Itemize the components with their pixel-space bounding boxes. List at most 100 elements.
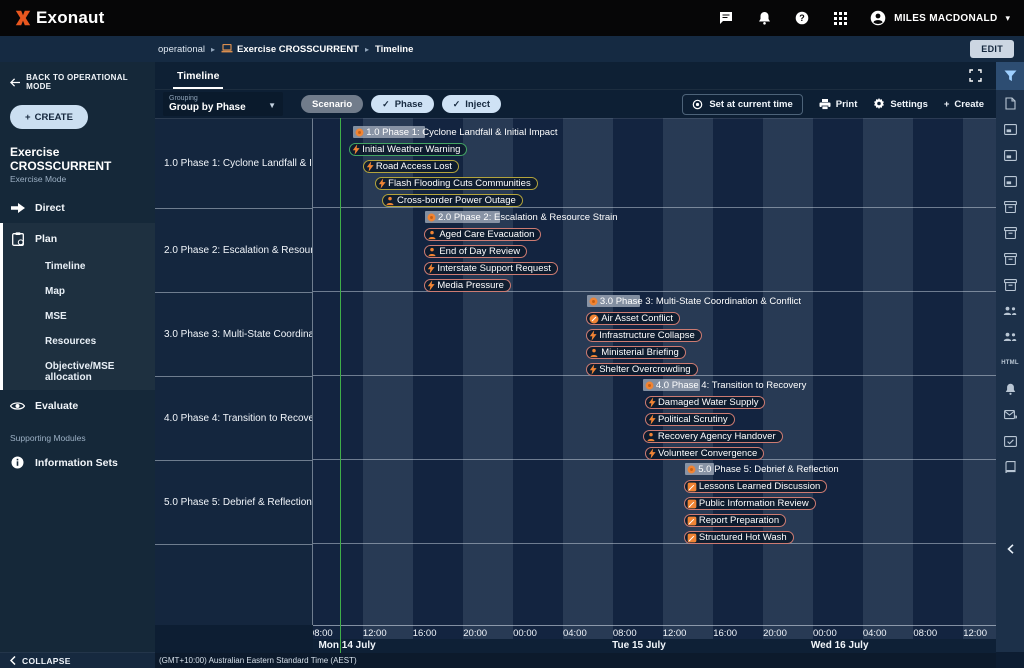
edit-note-icon: [687, 482, 697, 492]
tick-label: 08:00: [913, 628, 937, 639]
inject-pill[interactable]: Report Preparation: [684, 514, 786, 527]
phase-row-label[interactable]: 4.0 Phase 4: Transition to Recovery: [155, 377, 312, 461]
inject-label: Initial Weather Warning: [362, 144, 460, 155]
inject-pill[interactable]: Aged Care Evacuation: [424, 228, 541, 241]
inject-pill[interactable]: Interstate Support Request: [424, 262, 558, 275]
inject-pill[interactable]: Volunteer Convergence: [645, 447, 764, 460]
chip-scenario[interactable]: Scenario: [301, 95, 363, 113]
phase-row-label[interactable]: 5.0 Phase 5: Debrief & Reflection: [155, 461, 312, 545]
tab-timeline[interactable]: Timeline: [173, 63, 223, 89]
inject-pill[interactable]: Lessons Learned Discussion: [684, 480, 827, 493]
phase-bar-label: 5.0 Phase 5: Debrief & Reflection: [698, 464, 838, 475]
phase-bar-label: 3.0 Phase 3: Multi-State Coordination & …: [600, 296, 801, 307]
inject-pill[interactable]: Structured Hot Wash: [684, 531, 794, 544]
chip-phase[interactable]: ✓Phase: [371, 95, 434, 113]
mail-forward-icon[interactable]: [996, 402, 1024, 428]
sidebar-item-evaluate[interactable]: Evaluate: [0, 390, 155, 421]
sidebar-item-mse[interactable]: MSE: [3, 304, 155, 329]
sidebar-item-plan[interactable]: Plan: [3, 223, 155, 254]
inject-pill[interactable]: Damaged Water Supply: [645, 396, 766, 409]
sidebar-item-timeline[interactable]: Timeline: [3, 254, 155, 279]
edit-button[interactable]: EDIT: [970, 40, 1014, 58]
notifications-bell-icon[interactable]: [756, 10, 772, 26]
card-icon[interactable]: [996, 142, 1024, 168]
phase-row-label[interactable]: 3.0 Phase 3: Multi-State Coordination...: [155, 293, 312, 377]
chip-inject[interactable]: ✓Inject: [442, 95, 501, 113]
card-icon[interactable]: [996, 168, 1024, 194]
archive-icon[interactable]: [996, 272, 1024, 298]
phase-bar[interactable]: 2.0 Phase 2: Escalation & Resource Strai…: [425, 211, 618, 223]
chip-label: Scenario: [312, 99, 352, 110]
inject-label: End of Day Review: [439, 246, 520, 257]
breadcrumb-bar: operational ▸ Exercise CROSSCURRENT ▸ Ti…: [0, 36, 1024, 62]
chat-icon[interactable]: [718, 10, 734, 26]
inject-pill[interactable]: Media Pressure: [424, 279, 511, 292]
tick-label: 04:00: [863, 628, 887, 639]
inject-pill[interactable]: Ministerial Briefing: [586, 346, 686, 359]
filter-icon[interactable]: [996, 62, 1024, 90]
archive-icon[interactable]: [996, 220, 1024, 246]
tick-label: 12:00: [663, 628, 687, 639]
file-icon[interactable]: [996, 90, 1024, 116]
edit-note-icon: [687, 499, 697, 509]
book-icon[interactable]: [996, 454, 1024, 480]
phase-bar-label: 4.0 Phase 4: Transition to Recovery: [656, 380, 807, 391]
user-menu[interactable]: MILES MACDONALD ▾: [870, 10, 1010, 26]
help-icon[interactable]: ?: [794, 10, 810, 26]
tick-label: 20:00: [463, 628, 487, 639]
phase-icon: [687, 465, 696, 474]
bell-icon[interactable]: [996, 376, 1024, 402]
edit-note-icon: [687, 516, 697, 526]
back-to-operational-mode-button[interactable]: BACK TO OPERATIONAL MODE: [0, 62, 155, 97]
person-icon: [385, 196, 395, 206]
people-icon[interactable]: [996, 324, 1024, 350]
phase-row-label[interactable]: 2.0 Phase 2: Escalation & Resource S...: [155, 209, 312, 293]
sidebar-item-information-sets[interactable]: Information Sets: [0, 447, 155, 478]
card-check-icon[interactable]: [996, 428, 1024, 454]
phase-bar[interactable]: 1.0 Phase 1: Cyclone Landfall & Initial …: [353, 126, 557, 138]
apps-grid-icon[interactable]: [832, 10, 848, 26]
print-button[interactable]: Print: [819, 99, 858, 110]
inject-pill[interactable]: Flash Flooding Cuts Communities: [375, 177, 538, 190]
sidebar-collapse-button[interactable]: COLLAPSE: [0, 652, 155, 668]
breadcrumb-operational[interactable]: operational: [158, 44, 205, 55]
breadcrumb-exercise[interactable]: Exercise CROSSCURRENT: [237, 44, 359, 55]
people-icon[interactable]: [996, 298, 1024, 324]
inject-pill[interactable]: Cross-border Power Outage: [382, 194, 523, 207]
sidebar-item-map[interactable]: Map: [3, 279, 155, 304]
inject-pill[interactable]: Shelter Overcrowding: [586, 363, 697, 376]
inject-pill[interactable]: Recovery Agency Handover: [643, 430, 783, 443]
inject-pill[interactable]: Air Asset Conflict: [586, 312, 680, 325]
bolt-icon: [352, 144, 360, 155]
set-at-current-time-button[interactable]: Set at current time: [682, 94, 802, 115]
fullscreen-icon[interactable]: [969, 69, 982, 82]
html-icon[interactable]: HTML: [996, 350, 1024, 376]
svg-text:?: ?: [799, 13, 805, 23]
timeline-plot: 1.0 Phase 1: Cyclone Landfall & Initial …: [313, 118, 996, 653]
inject-pill[interactable]: Public Information Review: [684, 497, 816, 510]
inject-pill[interactable]: End of Day Review: [424, 245, 527, 258]
archive-icon[interactable]: [996, 246, 1024, 272]
collapse-right-panel-icon[interactable]: [1007, 544, 1014, 557]
collapse-chevron-icon: [10, 656, 16, 665]
time-axis-ticks: 08:0012:0016:0020:0000:0004:0008:0012:00…: [313, 625, 996, 639]
create-button[interactable]: + CREATE: [10, 105, 88, 129]
phase-row-label[interactable]: 1.0 Phase 1: Cyclone Landfall & Initia..…: [155, 119, 312, 209]
sidebar-item-direct[interactable]: Direct: [0, 192, 155, 223]
inject-pill[interactable]: Initial Weather Warning: [349, 143, 467, 156]
inject-label: Volunteer Convergence: [658, 448, 757, 459]
person-icon: [427, 247, 437, 257]
archive-icon[interactable]: [996, 194, 1024, 220]
phase-bar[interactable]: 5.0 Phase 5: Debrief & Reflection: [685, 463, 838, 475]
sidebar-item-resources[interactable]: Resources: [3, 329, 155, 354]
inject-pill[interactable]: Infrastructure Collapse: [586, 329, 702, 342]
grouping-select[interactable]: Grouping Group by Phase ▼: [163, 92, 283, 116]
card-icon[interactable]: [996, 116, 1024, 142]
phase-bar[interactable]: 3.0 Phase 3: Multi-State Coordination & …: [587, 295, 801, 307]
phase-bar[interactable]: 4.0 Phase 4: Transition to Recovery: [643, 379, 807, 391]
inject-pill[interactable]: Road Access Lost: [363, 160, 459, 173]
settings-button[interactable]: Settings: [873, 98, 927, 110]
sidebar-item-objective-mse-allocation[interactable]: Objective/MSE allocation: [3, 354, 155, 390]
create-timeline-item-button[interactable]: + Create: [944, 99, 984, 110]
inject-pill[interactable]: Political Scrutiny: [645, 413, 735, 426]
